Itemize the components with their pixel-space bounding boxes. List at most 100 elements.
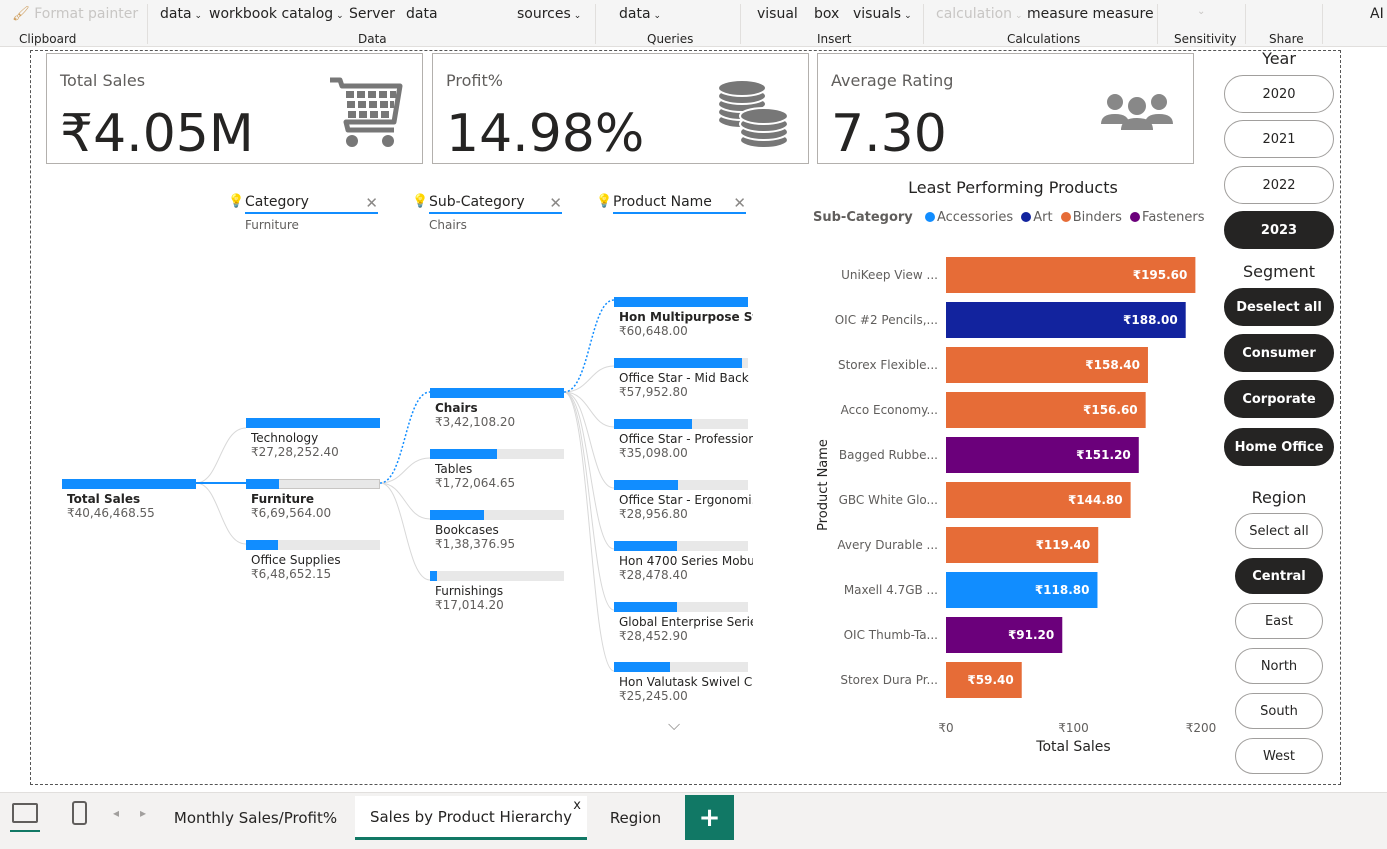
y-tick-label: Avery Durable ... bbox=[837, 538, 938, 552]
data-label: ₹119.40 bbox=[1036, 538, 1091, 552]
node-bar-fill bbox=[614, 297, 748, 307]
lightbulb-icon: 💡 bbox=[412, 194, 429, 209]
region-option-west[interactable]: West bbox=[1235, 738, 1323, 774]
people-icon bbox=[1101, 94, 1173, 130]
close-icon[interactable]: ✕ bbox=[365, 194, 378, 212]
close-icon[interactable]: ✕ bbox=[549, 194, 562, 212]
copilot-label: AI bbox=[1370, 6, 1384, 22]
region-option-east[interactable]: East bbox=[1235, 603, 1323, 639]
slicer-title: Segment bbox=[1243, 262, 1315, 281]
node-label: Hon Valutask Swivel C... bbox=[619, 675, 753, 689]
group-sensitivity: Sensitivity bbox=[1174, 32, 1237, 46]
header-name: Sub-Category bbox=[429, 194, 525, 210]
region-select-all[interactable]: Select all bbox=[1235, 513, 1323, 549]
node-value: ₹28,452.90 bbox=[619, 629, 688, 643]
scroll-down-chevron-icon[interactable]: ⌵ bbox=[668, 715, 680, 735]
page-tabs-bar: ◂ ▸ Monthly Sales/Profit% Sales by Produ… bbox=[0, 792, 1387, 849]
node-bar-fill bbox=[246, 479, 279, 489]
lightbulb-icon: 💡 bbox=[596, 194, 613, 209]
x-tick-label: ₹0 bbox=[938, 721, 953, 735]
close-icon[interactable]: ✕ bbox=[733, 194, 746, 212]
lightbulb-icon: 💡 bbox=[228, 194, 245, 209]
tab-region[interactable]: Region bbox=[587, 796, 684, 840]
node-bar-track bbox=[430, 571, 564, 581]
data-label: ₹195.60 bbox=[1133, 268, 1188, 282]
group-calculations: Calculations bbox=[1007, 32, 1081, 46]
segment-option-corporate[interactable]: Corporate bbox=[1224, 380, 1334, 418]
add-page-button[interactable]: + bbox=[685, 795, 734, 840]
node-value: ₹6,48,652.15 bbox=[251, 567, 332, 581]
more-visuals-button[interactable]: visuals ⌄ bbox=[853, 6, 912, 22]
segment-deselect-all[interactable]: Deselect all bbox=[1224, 288, 1334, 326]
node-value: ₹35,098.00 bbox=[619, 446, 688, 460]
text-box-button[interactable]: box bbox=[814, 6, 839, 22]
legend-swatch bbox=[1130, 212, 1141, 222]
tab-label: Sales by Product Hierarchy bbox=[369, 807, 573, 826]
copilot-button[interactable]: AI bbox=[1370, 6, 1384, 22]
data-label: ₹158.40 bbox=[1085, 358, 1140, 372]
card-value: 7.30 bbox=[831, 104, 947, 164]
y-tick-label: Bagged Rubbe... bbox=[839, 448, 938, 462]
data-label: ₹188.00 bbox=[1123, 313, 1178, 327]
mobile-view-icon[interactable] bbox=[72, 801, 87, 825]
chevron-right-icon[interactable]: ▸ bbox=[140, 806, 146, 820]
segment-option-consumer[interactable]: Consumer bbox=[1224, 334, 1334, 372]
y-tick-label: Acco Economy... bbox=[841, 403, 938, 417]
year-option-2022[interactable]: 2022 bbox=[1224, 166, 1334, 204]
desktop-view-icon[interactable] bbox=[12, 803, 38, 823]
ribbon-divider bbox=[923, 4, 924, 44]
legend-item: Accessories bbox=[936, 210, 1014, 225]
node-label: Hon 4700 Series Mobu... bbox=[619, 554, 753, 568]
bar-chart-plot[interactable]: Product Name UniKeep View ... ₹195.60 OIC #… bbox=[800, 240, 1220, 760]
y-axis-title: Product Name bbox=[816, 439, 831, 531]
node-label: Total Sales bbox=[67, 492, 141, 506]
tab-sales-by-product-hierarchy[interactable]: Sales by Product Hierarchy x bbox=[355, 796, 587, 840]
node-value: ₹28,956.80 bbox=[619, 507, 688, 521]
node-bar-fill bbox=[614, 480, 678, 490]
ribbon-divider bbox=[1322, 4, 1323, 44]
new-measure-label: measure measure bbox=[1027, 6, 1154, 22]
group-share: Share bbox=[1269, 32, 1304, 46]
node-bar-fill bbox=[62, 479, 196, 489]
year-option-2023[interactable]: 2023 bbox=[1224, 211, 1334, 249]
average-rating-card[interactable]: Average Rating 7.30 bbox=[817, 53, 1194, 164]
data-label: ₹118.80 bbox=[1035, 583, 1090, 597]
data-label: ₹151.20 bbox=[1076, 448, 1131, 462]
node-bar-fill bbox=[246, 418, 380, 428]
year-option-2021[interactable]: 2021 bbox=[1224, 120, 1334, 158]
node-label: Technology bbox=[251, 431, 319, 445]
new-measure-button[interactable]: measure measure bbox=[1027, 6, 1154, 22]
active-view-indicator bbox=[10, 830, 40, 832]
year-option-2020[interactable]: 2020 bbox=[1224, 75, 1334, 113]
node-bar-fill bbox=[614, 541, 677, 551]
y-tick-label: OIC Thumb-Ta... bbox=[844, 628, 938, 642]
visual-calculation-button[interactable]: calculation ⌄ bbox=[936, 6, 1023, 22]
region-option-north[interactable]: North bbox=[1235, 648, 1323, 684]
node-bar-fill bbox=[246, 540, 278, 550]
slicer-title: Year bbox=[1262, 49, 1296, 68]
sensitivity-button[interactable]: ⌄ bbox=[1197, 2, 1205, 18]
card-label: Average Rating bbox=[831, 71, 954, 90]
node-bar-fill bbox=[614, 419, 692, 429]
chevron-left-icon[interactable]: ◂ bbox=[113, 806, 119, 820]
node-value: ₹57,952.80 bbox=[619, 385, 688, 399]
node-value: ₹1,72,064.65 bbox=[435, 476, 516, 490]
chart-legend[interactable]: Sub-Category Accessories Art Binders Fas… bbox=[813, 210, 1205, 225]
group-insert: Insert bbox=[817, 32, 852, 46]
node-label: Office Star - Ergonomi... bbox=[619, 493, 753, 507]
node-label: Chairs bbox=[435, 401, 478, 415]
text-box-label: box bbox=[814, 6, 840, 22]
node-label: Bookcases bbox=[435, 523, 499, 537]
header-name: Product Name bbox=[613, 194, 712, 210]
x-tick-label: ₹100 bbox=[1058, 721, 1089, 735]
close-tab-icon[interactable]: x bbox=[573, 798, 581, 813]
y-tick-label: Storex Dura Pr... bbox=[840, 673, 938, 687]
region-option-central[interactable]: Central bbox=[1235, 558, 1323, 594]
y-tick-label: Storex Flexible... bbox=[838, 358, 938, 372]
tab-monthly-sales-profit[interactable]: Monthly Sales/Profit% bbox=[157, 796, 354, 840]
region-option-south[interactable]: South bbox=[1235, 693, 1323, 729]
node-label: Office Supplies bbox=[251, 553, 341, 567]
y-tick-label: OIC #2 Pencils,... bbox=[835, 313, 938, 327]
node-value: ₹28,478.40 bbox=[619, 568, 688, 582]
segment-option-home-office[interactable]: Home Office bbox=[1224, 428, 1334, 466]
